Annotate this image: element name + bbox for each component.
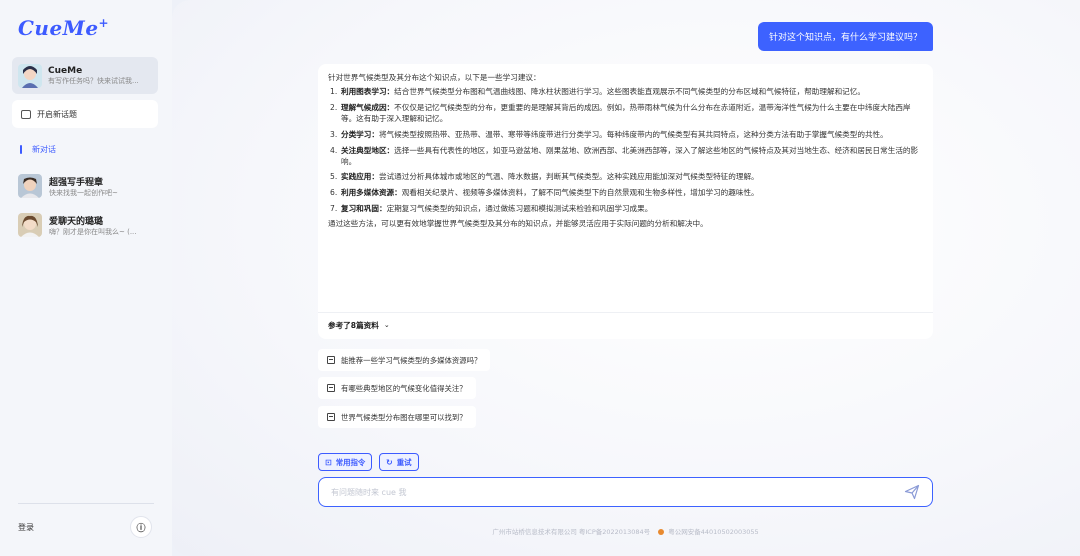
conversation-item[interactable]: 爱聊天的璐璐 嗨？刚才是你在叫我么~ (... [18, 213, 164, 237]
item-title: 利用多媒体资源： [341, 188, 402, 198]
common-commands-label: 常用指令 [335, 457, 366, 467]
item-text: 将气候类型按照热带、亚热带、温带、寒带等纬度带进行分类学习。每种纬度带内的气候类… [378, 129, 888, 139]
login-link[interactable]: 登录 [18, 522, 34, 533]
conversation-avatar [18, 213, 42, 237]
chat-input-box[interactable] [318, 477, 933, 507]
conversation-avatar [18, 174, 42, 198]
chevron-down-icon: ⌄ [383, 321, 390, 330]
suggestion-chip[interactable]: 能推荐一些学习气候类型的多媒体资源吗？ [318, 349, 491, 371]
item-number: 3. [330, 129, 338, 139]
answer-conclusion: 通过这些方法，可以更有效地掌握世界气候类型及其分布的知识点，并能够灵活应用于实际… [328, 219, 708, 229]
item-title: 理解气候成因： [341, 102, 395, 112]
item-text: 不仅仅是记忆气候类型的分布，更重要的是理解其背后的成因。例如，热带雨林气候为什么… [341, 102, 911, 124]
item-text: 结合世界气候类型分布图和气温曲线图、降水柱状图进行学习。这些图表能直观展示不同气… [394, 87, 865, 97]
item-number: 4. [330, 145, 338, 155]
conversation-name: 爱聊天的璐璐 [49, 216, 104, 227]
item-number: 5. [330, 172, 338, 182]
suggestion-text: 能推荐一些学习气候类型的多媒体资源吗？ [341, 355, 482, 365]
logo-text: CueMe [18, 16, 99, 40]
item-text: 选择一些具有代表性的地区，如亚马逊盆地、刚果盆地、欧洲西部、北美洲西部等，深入了… [341, 145, 919, 166]
chat-input[interactable] [331, 487, 904, 497]
answer-item: 7. 复习和巩固：定期复习气候类型的知识点，通过做练习题和模拟测试来检验和巩固学习… [328, 203, 923, 214]
police-badge-icon [658, 529, 665, 535]
conversation-desc: 嗨？刚才是你在叫我么~ (... [49, 227, 137, 236]
conversation-desc: 快来找我一起创作吧~ [49, 188, 118, 197]
item-number: 7. [330, 203, 338, 213]
item-text: 尝试通过分析具体城市或地区的气温、降水数据，判断其气候类型。这种实践应用能加深对… [378, 172, 759, 182]
agent-avatar [18, 63, 42, 88]
answer-item: 3. 分类学习：将气候类型按照热带、亚热带、温带、寒带等纬度带进行分类学习。每种纬… [328, 129, 923, 140]
answer-item: 1. 利用图表学习：结合世界气候类型分布图和气温曲线图、降水柱状图进行学习。这些图… [328, 86, 923, 97]
agent-card[interactable]: CueMe 有写作任务吗？快来试试我... [12, 57, 158, 94]
footer-company[interactable]: 广州市站桥信息技术有限公司 粤ICP备2022013084号 [492, 528, 650, 536]
logo-plus: + [98, 16, 110, 30]
conversation-item[interactable]: 超强写手程章 快来找我一起创作吧~ [18, 174, 164, 198]
new-chat-item[interactable]: 新对话 [20, 144, 56, 155]
answer-list: 1. 利用图表学习：结合世界气候类型分布图和气温曲线图、降水柱状图进行学习。这些图… [328, 86, 923, 214]
footer-police[interactable]: 粤公网安备44010502003055 [668, 528, 758, 536]
answer-divider [318, 312, 933, 313]
sidebar: CueMe+ CueMe 有写作任务吗？快来试试我... 开启新话题 新对话 超… [0, 0, 172, 556]
suggestion-chip[interactable]: 世界气候类型分布图在哪里可以找到？ [318, 406, 476, 428]
item-text: 观看相关纪录片、视频等多媒体资料，了解不同气候类型下的自然景观和生物多样性，增加… [401, 188, 759, 198]
conversation-name: 超强写手程章 [49, 177, 104, 188]
item-title: 分类学习： [341, 129, 379, 139]
retry-label: 重试 [396, 457, 412, 467]
message-icon [327, 413, 335, 421]
references-label: 参考了8篇资料 [328, 321, 379, 330]
info-icon[interactable]: ⓘ [130, 516, 152, 538]
answer-item: 4. 关注典型地区：选择一些具有代表性的地区，如亚马逊盆地、刚果盆地、欧洲西部、北… [328, 145, 923, 168]
footer: 广州市站桥信息技术有限公司 粤ICP备2022013084号 粤公网安备4401… [318, 526, 933, 536]
new-chat-label: 新对话 [32, 145, 56, 154]
answer-item: 6. 利用多媒体资源：观看相关纪录片、视频等多媒体资料，了解不同气候类型下的自然景… [328, 187, 923, 198]
refresh-icon: ↻ [386, 457, 393, 467]
answer-item: 2. 理解气候成因：不仅仅是记忆气候类型的分布，更重要的是理解其背后的成因。例如，… [328, 102, 923, 125]
app-logo[interactable]: CueMe+ [18, 16, 109, 40]
agent-desc: 有写作任务吗？快来试试我... [48, 76, 139, 85]
item-title: 实践应用： [341, 172, 379, 182]
message-icon [327, 356, 335, 364]
suggestion-text: 有哪些典型地区的气候变化值得关注？ [341, 383, 467, 393]
suggestion-text: 世界气候类型分布图在哪里可以找到？ [341, 412, 467, 422]
item-number: 1. [330, 87, 338, 97]
active-indicator [20, 145, 22, 154]
common-commands-button[interactable]: ⊡ 常用指令 [318, 453, 373, 471]
message-icon [327, 384, 335, 392]
item-number: 2. [330, 102, 338, 112]
item-number: 6. [330, 188, 338, 198]
assistant-answer: 针对世界气候类型及其分布这个知识点，以下是一些学习建议： 1. 利用图表学习：结合… [318, 64, 933, 339]
suggestion-chip[interactable]: 有哪些典型地区的气候变化值得关注？ [318, 377, 476, 399]
item-text: 定期复习气候类型的知识点，通过做练习题和模拟测试来检验和巩固学习成果。 [386, 203, 653, 213]
send-icon[interactable] [904, 484, 920, 500]
retry-button[interactable]: ↻ 重试 [379, 453, 419, 471]
agent-name: CueMe [48, 65, 83, 76]
new-topic-label: 开启新话题 [37, 109, 77, 119]
sidebar-divider [18, 503, 154, 504]
answer-intro: 针对世界气候类型及其分布这个知识点，以下是一些学习建议： [328, 73, 541, 82]
item-title: 关注典型地区： [341, 145, 395, 155]
item-title: 复习和巩固： [341, 203, 387, 213]
user-message: 针对这个知识点，有什么学习建议吗？ [758, 22, 933, 51]
references-toggle[interactable]: 参考了8篇资料 ⌄ [328, 320, 390, 331]
command-icon: ⊡ [325, 457, 332, 467]
answer-item: 5. 实践应用：尝试通过分析具体城市或地区的气温、降水数据，判断其气候类型。这种实… [328, 171, 923, 182]
new-topic-icon [21, 109, 31, 119]
item-title: 利用图表学习： [341, 87, 395, 97]
new-topic-button[interactable]: 开启新话题 [12, 100, 158, 128]
